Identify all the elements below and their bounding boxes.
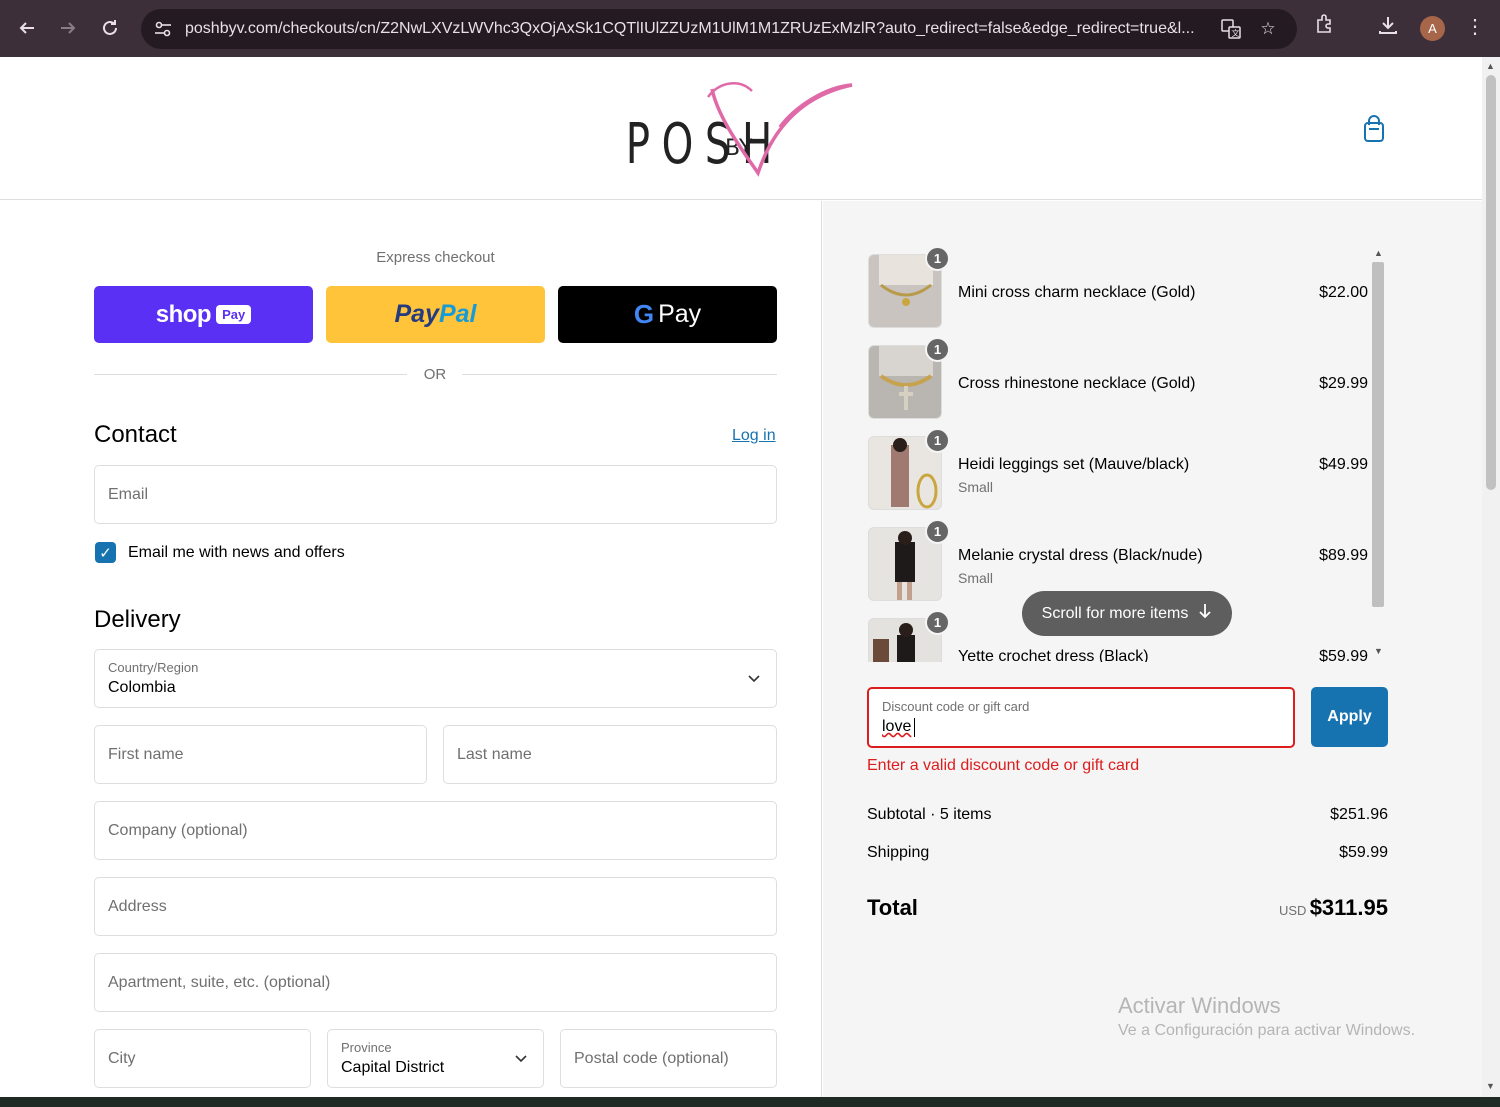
- last-name-field[interactable]: Last name: [443, 725, 777, 784]
- extensions-icon[interactable]: [1314, 14, 1334, 39]
- quantity-badge: 1: [925, 246, 950, 271]
- shop-pay-badge: Pay: [216, 305, 252, 324]
- windows-activation-title: Activar Windows: [1118, 993, 1281, 1018]
- scroll-up-icon[interactable]: ▲: [1374, 248, 1383, 258]
- quantity-badge: 1: [925, 519, 950, 544]
- first-name-field[interactable]: First name: [94, 725, 427, 784]
- item-name: Melanie crystal dress (Black/nude): [958, 547, 1203, 564]
- scroll-down-icon[interactable]: ▼: [1486, 1081, 1495, 1091]
- express-checkout-title: Express checkout: [376, 249, 495, 266]
- delivery-heading: Delivery: [94, 606, 181, 633]
- translate-icon[interactable]: 文: [1218, 16, 1244, 42]
- google-pay-button[interactable]: G Pay: [558, 286, 777, 343]
- shipping-row: Shipping $59.99: [867, 844, 1388, 861]
- cart-item: 1 Heidi leggings set (Mauve/black) Small…: [868, 428, 1368, 510]
- apartment-field[interactable]: Apartment, suite, etc. (optional): [94, 953, 777, 1012]
- newsletter-checkbox[interactable]: ✓: [95, 542, 116, 563]
- taskbar-edge: [0, 1097, 1500, 1107]
- shopping-bag-icon[interactable]: [1362, 115, 1386, 143]
- discount-code-input[interactable]: Discount code or gift card love: [867, 687, 1295, 748]
- cart-item: 1 Cross rhinestone necklace (Gold) $29.9…: [868, 337, 1368, 419]
- forward-icon[interactable]: [47, 7, 89, 49]
- chevron-down-icon: [515, 1050, 527, 1066]
- total-value: $311.95: [1309, 895, 1388, 920]
- shop-pay-button[interactable]: shop Pay: [94, 286, 313, 343]
- paypal-logo: PayPal: [394, 300, 477, 328]
- shop-pay-label: shop: [155, 300, 212, 328]
- bookmark-star-icon[interactable]: ☆: [1255, 16, 1281, 42]
- item-price: $59.99: [1319, 648, 1368, 662]
- item-variant: Small: [958, 479, 994, 495]
- profile-avatar[interactable]: A: [1420, 16, 1445, 41]
- text-cursor: [914, 718, 915, 737]
- url-text[interactable]: poshbyv.com/checkouts/cn/Z2NwLXVzLWVhc3Q…: [185, 20, 1205, 38]
- item-price: $22.00: [1319, 284, 1368, 301]
- scroll-for-more-button[interactable]: Scroll for more items: [1022, 591, 1232, 636]
- back-icon[interactable]: [6, 7, 48, 49]
- browser-toolbar: poshbyv.com/checkouts/cn/Z2NwLXVzLWVhc3Q…: [0, 0, 1500, 57]
- newsletter-label: Email me with news and offers: [128, 544, 345, 561]
- item-name: Mini cross charm necklace (Gold): [958, 284, 1196, 301]
- total-label: Total: [867, 895, 918, 920]
- cart-list-scroll-thumb[interactable]: [1372, 262, 1384, 607]
- windows-activation-subtitle: Ve a Configuración para activar Windows.: [1118, 1022, 1416, 1039]
- email-field[interactable]: Email: [94, 465, 777, 524]
- item-price: $89.99: [1319, 547, 1368, 564]
- discount-error-message: Enter a valid discount code or gift card: [867, 757, 1140, 774]
- divider-right: [462, 374, 777, 375]
- or-divider-label: OR: [423, 366, 447, 383]
- reload-icon[interactable]: [89, 7, 131, 49]
- company-field[interactable]: Company (optional): [94, 801, 777, 860]
- subtotal-value: $251.96: [1330, 806, 1388, 823]
- download-icon[interactable]: [1377, 14, 1399, 41]
- posh-by-v-logo[interactable]: POSH BY: [620, 77, 860, 182]
- cart-item: 1 Melanie crystal dress (Black/nude) Sma…: [868, 519, 1368, 601]
- postal-code-field[interactable]: Postal code (optional): [560, 1029, 777, 1088]
- item-price: $29.99: [1319, 375, 1368, 392]
- login-link[interactable]: Log in: [732, 427, 776, 445]
- scroll-down-icon[interactable]: ▼: [1374, 646, 1383, 656]
- site-header: POSH BY: [0, 57, 1482, 200]
- cart-item: 1 Mini cross charm necklace (Gold) $22.0…: [868, 246, 1368, 328]
- scroll-up-icon[interactable]: ▲: [1486, 61, 1495, 71]
- order-summary: 1 Mini cross charm necklace (Gold) $22.0…: [823, 201, 1482, 1097]
- shipping-value: $59.99: [1339, 844, 1388, 861]
- page-scroll-thumb[interactable]: [1486, 75, 1496, 490]
- address-bar[interactable]: poshbyv.com/checkouts/cn/Z2NwLXVzLWVhc3Q…: [141, 9, 1297, 49]
- address-field[interactable]: Address: [94, 877, 777, 936]
- google-g-icon: G: [633, 299, 655, 329]
- subtotal-row: Subtotal · 5 items $251.96: [867, 806, 1388, 823]
- google-pay-logo: G Pay: [633, 299, 702, 329]
- cart-list-scrollbar[interactable]: ▲ ▼: [1370, 246, 1387, 662]
- divider-left: [94, 374, 407, 375]
- item-name: Cross rhinestone necklace (Gold): [958, 375, 1196, 392]
- item-variant: Small: [958, 570, 994, 586]
- city-field[interactable]: City: [94, 1029, 311, 1088]
- more-menu-icon[interactable]: ⋮: [1465, 14, 1485, 39]
- arrow-down-icon: [1198, 603, 1212, 624]
- paypal-button[interactable]: PayPal: [326, 286, 545, 343]
- total-currency: USD: [1279, 903, 1307, 918]
- page-scrollbar[interactable]: ▲ ▼: [1482, 57, 1500, 1097]
- province-select[interactable]: Province Capital District: [327, 1029, 544, 1088]
- item-name: Yette crochet dress (Black): [958, 648, 1149, 662]
- site-info-icon[interactable]: [145, 11, 181, 47]
- quantity-badge: 1: [925, 337, 950, 362]
- country-select[interactable]: Country/Region Colombia: [94, 649, 777, 708]
- contact-heading: Contact: [94, 421, 177, 448]
- item-name: Heidi leggings set (Mauve/black): [958, 456, 1190, 473]
- apply-discount-button[interactable]: Apply: [1311, 687, 1388, 747]
- quantity-badge: 1: [925, 610, 950, 635]
- svg-text:文: 文: [1232, 28, 1240, 38]
- chevron-down-icon: [748, 670, 760, 686]
- item-price: $49.99: [1319, 456, 1368, 473]
- quantity-badge: 1: [925, 428, 950, 453]
- checkout-form: Express checkout shop Pay PayPal G Pay O…: [0, 201, 822, 1097]
